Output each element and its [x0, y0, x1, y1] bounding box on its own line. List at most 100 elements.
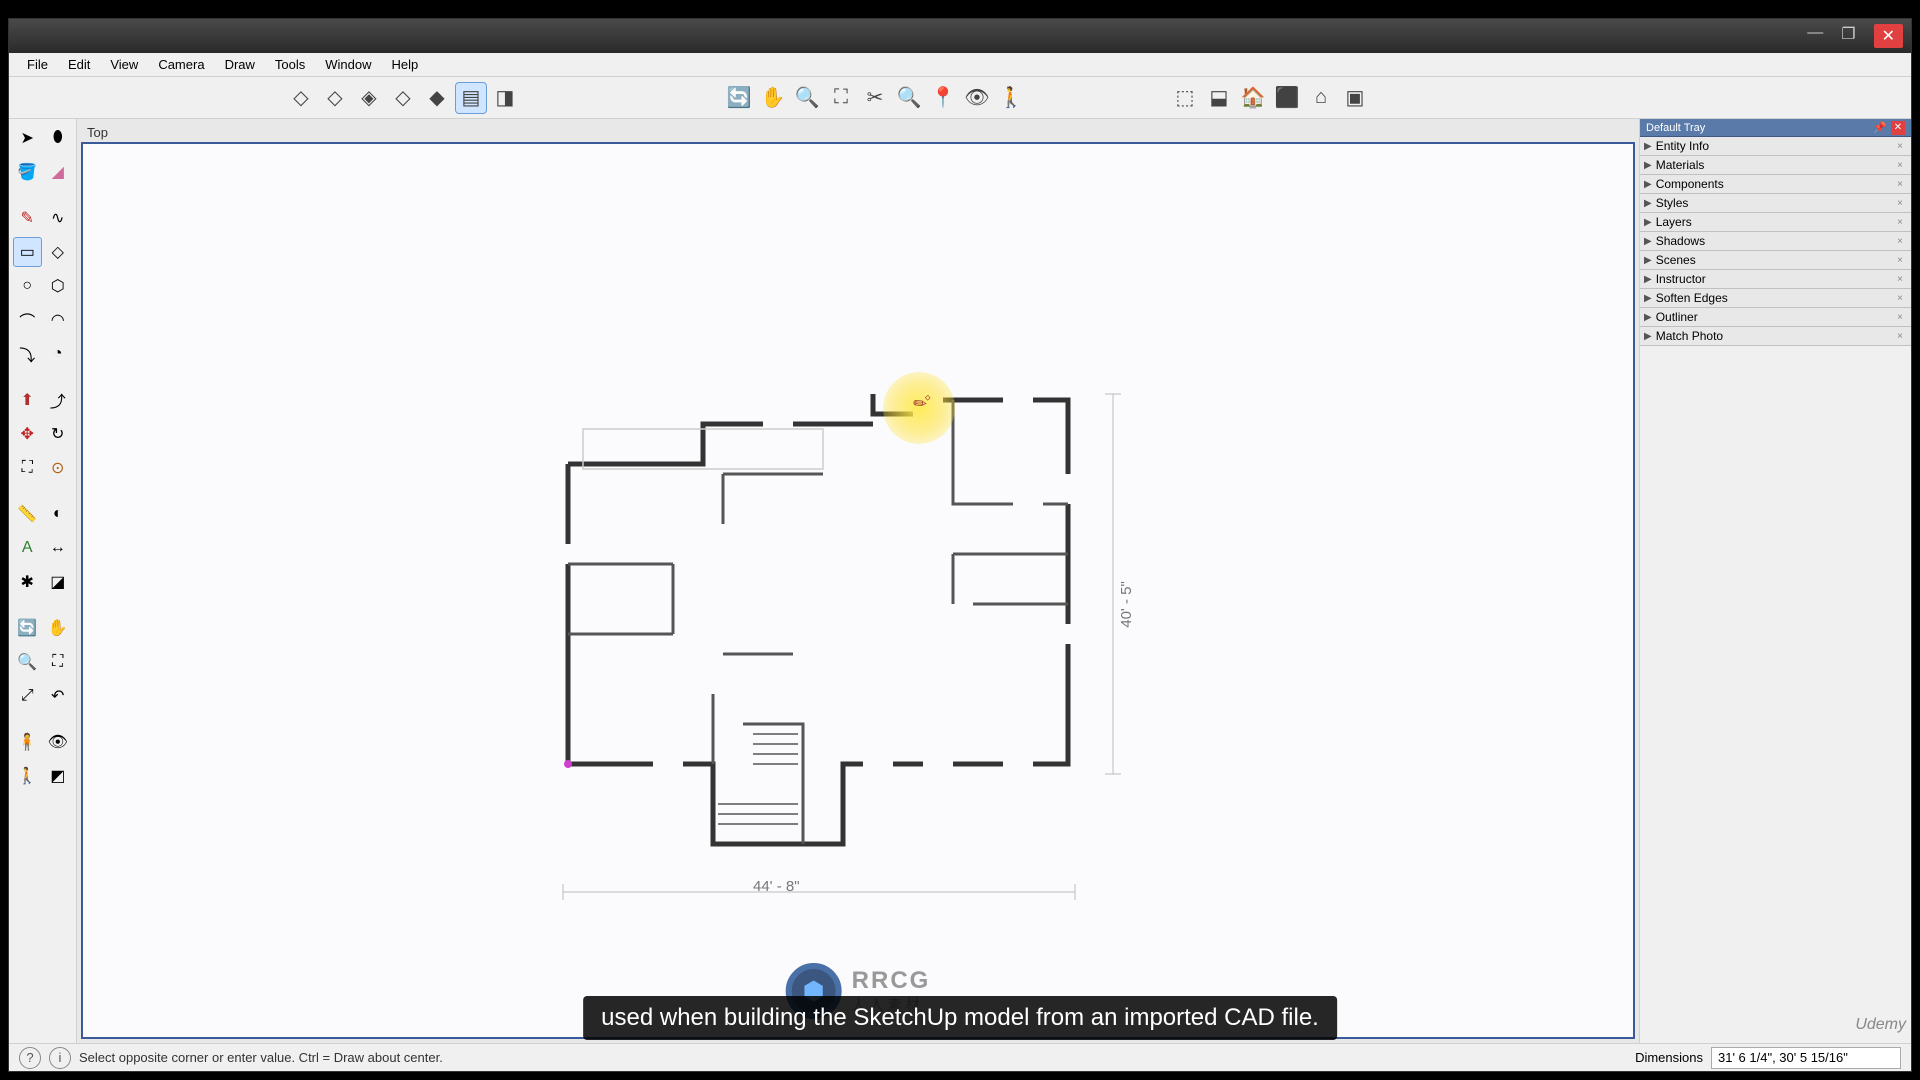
panel-collapse-icon[interactable]: ×: [1893, 293, 1907, 304]
tray-close-icon[interactable]: ✕: [1891, 121, 1905, 135]
menu-edit[interactable]: Edit: [58, 55, 100, 74]
position-camera-icon[interactable]: 📍: [927, 82, 959, 114]
panel-outliner[interactable]: ▶Outliner×: [1640, 308, 1911, 327]
look-around-tool-icon[interactable]: 👁: [44, 727, 73, 757]
close-button[interactable]: ✕: [1874, 24, 1903, 48]
panel-materials[interactable]: ▶Materials×: [1640, 156, 1911, 175]
panel-collapse-icon[interactable]: ×: [1893, 198, 1907, 209]
orbit-tool-icon[interactable]: 🔄: [13, 613, 42, 643]
view-iso-icon[interactable]: ◇: [285, 82, 317, 114]
panel-scenes[interactable]: ▶Scenes×: [1640, 251, 1911, 270]
mono-icon[interactable]: ▣: [1339, 82, 1371, 114]
pie-tool-icon[interactable]: ◔: [44, 339, 73, 369]
menu-camera[interactable]: Camera: [148, 55, 214, 74]
panel-collapse-icon[interactable]: ×: [1893, 312, 1907, 323]
shaded-icon[interactable]: ⬛: [1271, 82, 1303, 114]
zoom-tool-icon[interactable]: 🔍: [13, 647, 42, 677]
move-tool-icon[interactable]: ✥: [13, 419, 42, 449]
panel-collapse-icon[interactable]: ×: [1893, 255, 1907, 266]
followme-tool-icon[interactable]: ⤴: [44, 385, 73, 415]
2pt-arc-tool-icon[interactable]: ◠: [44, 305, 73, 335]
eraser-tool-icon[interactable]: ⬮: [44, 123, 73, 153]
eraser2-tool-icon[interactable]: ◢: [44, 157, 73, 187]
menu-view[interactable]: View: [100, 55, 148, 74]
menu-draw[interactable]: Draw: [215, 55, 265, 74]
main-area: ➤ ⬮ 🪣 ◢ ✎ ∿ ▭ ◇ ○ ⬡ ⌒ ◠: [9, 119, 1911, 1043]
zoom-extents-icon[interactable]: ✂: [859, 82, 891, 114]
tray-pin-icon[interactable]: 📌: [1873, 121, 1887, 135]
hidden-line-icon[interactable]: 🏠: [1237, 82, 1269, 114]
scale-tool-icon[interactable]: ⛶: [13, 453, 42, 483]
maximize-button[interactable]: ❐: [1841, 24, 1855, 48]
previous-icon[interactable]: 🔍: [893, 82, 925, 114]
menu-window[interactable]: Window: [315, 55, 381, 74]
panel-styles[interactable]: ▶Styles×: [1640, 194, 1911, 213]
axes-tool-icon[interactable]: ✱: [13, 567, 42, 597]
walk-icon[interactable]: 🚶: [995, 82, 1027, 114]
zoom-icon[interactable]: 🔍: [791, 82, 823, 114]
help-icon[interactable]: ?: [19, 1047, 41, 1069]
panel-layers[interactable]: ▶Layers×: [1640, 213, 1911, 232]
freehand-tool-icon[interactable]: ∿: [44, 203, 73, 233]
select-tool-icon[interactable]: ➤: [13, 123, 42, 153]
view-side-icon[interactable]: ▤: [455, 82, 487, 114]
pan-icon[interactable]: ✋: [757, 82, 789, 114]
look-around-icon[interactable]: 👁: [961, 82, 993, 114]
panel-match-photo[interactable]: ▶Match Photo×: [1640, 327, 1911, 346]
zoom-window-icon[interactable]: ⛶: [825, 82, 857, 114]
panel-collapse-icon[interactable]: ×: [1893, 236, 1907, 247]
polygon-tool-icon[interactable]: ⬡: [44, 271, 73, 301]
rectangle-tool-icon[interactable]: ▭: [13, 237, 42, 267]
panel-collapse-icon[interactable]: ×: [1893, 217, 1907, 228]
panel-shadows[interactable]: ▶Shadows×: [1640, 232, 1911, 251]
walk-tool-icon[interactable]: 🚶: [13, 761, 42, 791]
protractor-tool-icon[interactable]: ◐: [44, 499, 73, 529]
rotate-tool-icon[interactable]: ↻: [44, 419, 73, 449]
position-camera-tool-icon[interactable]: 🧍: [13, 727, 42, 757]
view-back-icon[interactable]: ◆: [421, 82, 453, 114]
wireframe-icon[interactable]: ⬓: [1203, 82, 1235, 114]
dimension-tool-icon[interactable]: ↔: [44, 533, 73, 563]
panel-instructor[interactable]: ▶Instructor×: [1640, 270, 1911, 289]
panel-collapse-icon[interactable]: ×: [1893, 179, 1907, 190]
minimize-button[interactable]: —: [1807, 24, 1823, 48]
panel-soften-edges[interactable]: ▶Soften Edges×: [1640, 289, 1911, 308]
view-top-icon[interactable]: ◇: [319, 82, 351, 114]
zoom-extents-tool-icon[interactable]: ⤢: [13, 681, 42, 711]
measurements-input[interactable]: [1711, 1047, 1901, 1069]
previous-view-tool-icon[interactable]: ↶: [44, 681, 73, 711]
menu-file[interactable]: File: [17, 55, 58, 74]
menu-help[interactable]: Help: [382, 55, 429, 74]
info-icon[interactable]: i: [49, 1047, 71, 1069]
tray-header[interactable]: Default Tray 📌 ✕: [1640, 119, 1911, 137]
view-front-icon[interactable]: ◈: [353, 82, 385, 114]
panel-entity-info[interactable]: ▶Entity Info×: [1640, 137, 1911, 156]
xray-icon[interactable]: ⬚: [1169, 82, 1201, 114]
offset-tool-icon[interactable]: ⊙: [44, 453, 73, 483]
panel-components[interactable]: ▶Components×: [1640, 175, 1911, 194]
arc-tool-icon[interactable]: ⌒: [13, 305, 42, 335]
pan-tool-icon[interactable]: ✋: [44, 613, 73, 643]
orbit-icon[interactable]: 🔄: [723, 82, 755, 114]
pushpull-tool-icon[interactable]: ⬆: [13, 385, 42, 415]
shaded-tex-icon[interactable]: ⌂: [1305, 82, 1337, 114]
3pt-arc-tool-icon[interactable]: ⤵: [13, 339, 42, 369]
zoom-window-tool-icon[interactable]: ⛶: [44, 647, 73, 677]
panel-collapse-icon[interactable]: ×: [1893, 141, 1907, 152]
panel-collapse-icon[interactable]: ×: [1893, 274, 1907, 285]
paint-bucket-tool-icon[interactable]: 🪣: [13, 157, 42, 187]
tape-tool-icon[interactable]: 📏: [13, 499, 42, 529]
section-tool-icon[interactable]: ◪: [44, 567, 73, 597]
circle-tool-icon[interactable]: ○: [13, 271, 42, 301]
view-pers-icon[interactable]: ◨: [489, 82, 521, 114]
panel-collapse-icon[interactable]: ×: [1893, 160, 1907, 171]
rotated-rect-tool-icon[interactable]: ◇: [44, 237, 73, 267]
chevron-right-icon: ▶: [1644, 312, 1652, 323]
viewport[interactable]: ✎▫ 44' - 8" 40' - 5" ⬢ RRCG 人人素材: [81, 142, 1635, 1039]
panel-collapse-icon[interactable]: ×: [1893, 331, 1907, 342]
view-right-icon[interactable]: ◇: [387, 82, 419, 114]
line-tool-icon[interactable]: ✎: [13, 203, 42, 233]
section-plane-tool-icon[interactable]: ◩: [44, 761, 73, 791]
menu-tools[interactable]: Tools: [265, 55, 315, 74]
text-tool-icon[interactable]: A: [13, 533, 42, 563]
